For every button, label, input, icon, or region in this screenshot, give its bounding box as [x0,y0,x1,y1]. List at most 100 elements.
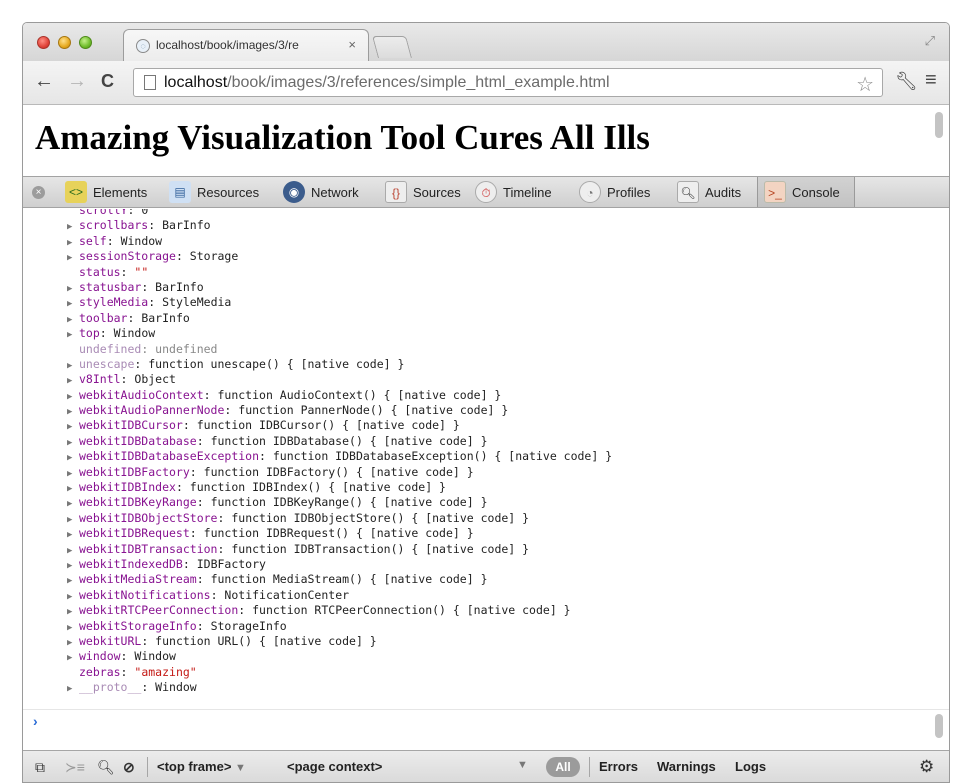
filter-logs-button[interactable]: Logs [735,759,766,774]
console-line[interactable]: ▶ toolbar: BarInfo [67,311,612,326]
property-key: webkitIDBObjectStore [79,510,218,525]
console-line[interactable]: ▶ v8Intl: Object [67,372,612,387]
back-arrow-icon[interactable]: ← [34,71,54,91]
property-key: webkitRTCPeerConnection [79,603,239,618]
gear-icon[interactable]: ⚙ [919,757,934,777]
console-prompt-icon[interactable]: › [33,713,38,729]
reload-icon[interactable]: C [101,71,114,91]
wrench-icon[interactable]: 🔧︎ [895,71,918,92]
console-line[interactable]: ▶ webkitIDBObjectStore: function IDBObjec… [67,511,612,526]
console-line[interactable]: ▶ webkitRTCPeerConnection: function RTCPe… [67,603,612,618]
property-key: webkitStorageInfo [79,618,197,633]
profiles-icon: ◔ [579,181,601,203]
console-line[interactable]: ▶ styleMedia: StyleMedia [67,295,612,310]
console-line[interactable]: ▶ window: Window [67,649,612,664]
devtools-close-icon[interactable]: × [32,186,45,199]
filter-warnings-button[interactable]: Warnings [657,759,716,774]
tab-close-icon[interactable]: × [348,37,356,52]
console-line[interactable]: ▶ scrollbars: BarInfo [67,218,612,233]
separator: : [217,510,232,525]
context-select-value: <page context> [287,759,383,774]
console-line[interactable]: ▶ top: Window [67,326,612,341]
console-line[interactable]: ▶ statusbar: BarInfo [67,280,612,295]
separator: : [141,680,156,695]
fullscreen-icon[interactable]: ⤢ [925,33,935,49]
console-line[interactable]: ▶ webkitIDBDatabaseException: function ID… [67,449,612,464]
separator: : [189,526,204,541]
console-line[interactable]: ▶ unescape: function unescape() { [native… [67,357,612,372]
console-line[interactable]: ▶ self: Window [67,234,612,249]
console-line[interactable]: ▶ webkitAudioPannerNode: function PannerN… [67,403,612,418]
drawer-icon[interactable]: ≻≡ [65,759,85,776]
new-tab-button[interactable] [372,36,412,58]
console-line[interactable]: ▶ webkitStorageInfo: StorageInfo [67,619,612,634]
page-scrollbar[interactable] [935,112,943,138]
separator: : [120,264,135,279]
property-value: BarInfo [155,279,204,294]
tab-label: Elements [93,184,148,200]
menu-icon[interactable]: ≡ [925,69,937,92]
page-icon [144,75,156,90]
console-line[interactable]: ▶ webkitAudioContext: function AudioConte… [67,388,612,403]
close-window-button[interactable] [37,36,50,49]
star-icon[interactable]: ☆ [856,72,874,97]
separator: : [182,556,197,571]
timeline-icon: ⏱ [475,181,497,203]
separator: : [120,372,135,387]
browser-toolbar: ← → C localhost/book/images/3/references… [23,61,949,105]
separator: : [217,541,232,556]
console-line[interactable]: ▶ webkitIDBRequest: function IDBRequest()… [67,526,612,541]
devtools-toolbar: × <> Elements ▤ Resources ◉ Network {} S… [23,176,949,208]
tab-elements[interactable]: <> Elements [59,177,153,207]
console-line[interactable]: ▶ __proto__: Window [67,680,612,695]
property-key: __proto__ [79,680,142,695]
browser-tab[interactable]: ◌ localhost/book/images/3/re × [123,29,369,61]
filter-all-button[interactable]: All [546,757,580,777]
console-line[interactable]: ▶ webkitNotifications: NotificationCenter [67,588,612,603]
address-bar[interactable]: localhost/book/images/3/references/simpl… [133,68,883,97]
page-content: Amazing Visualization Tool Cures All Ill… [23,106,949,184]
separator: : [259,449,273,464]
tab-console[interactable]: >_ Console [757,177,855,207]
filter-errors-button[interactable]: Errors [599,759,638,774]
zoom-window-button[interactable] [79,36,92,49]
tab-network[interactable]: ◉ Network [277,177,365,207]
property-key: webkitIDBIndex [79,480,176,495]
forward-arrow-icon[interactable]: → [67,71,87,91]
property-key: webkitIDBFactory [79,464,190,479]
console-line[interactable]: ▶ webkitURL: function URL() { [native cod… [67,634,612,649]
separator: : [175,249,190,264]
console-line[interactable]: ▶ webkitIDBIndex: function IDBIndex() { [… [67,480,612,495]
tab-resources[interactable]: ▤ Resources [163,177,265,207]
divider [589,757,590,777]
tab-sources[interactable]: {} Sources [379,177,467,207]
console-line[interactable]: ▶ webkitIDBTransaction: function IDBTrans… [67,542,612,557]
context-select[interactable]: <page context> [287,759,382,774]
console-line[interactable]: ▶ webkitMediaStream: function MediaStream… [67,572,612,587]
console-line[interactable]: ▶ webkitIDBFactory: function IDBFactory()… [67,465,612,480]
tab-timeline[interactable]: ⏱ Timeline [469,177,558,207]
console-line[interactable]: ▶ webkitIDBDatabase: function IDBDatabase… [67,434,612,449]
console-line[interactable]: ▶ sessionStorage: Storage [67,249,612,264]
console-line[interactable]: ▶ webkitIndexedDB: IDBFactory [67,557,612,572]
screen: ◌ localhost/book/images/3/re × ⤢ ← → C l… [0,0,954,783]
tab-audits[interactable]: 🔍︎ Audits [671,177,747,207]
tab-profiles[interactable]: ◔ Profiles [573,177,656,207]
console-line[interactable]: ▶ webkitIDBKeyRange: function IDBKeyRange… [67,495,612,510]
dock-icon[interactable]: ⧉ [35,759,45,776]
frame-select[interactable]: <top frame> ▼ [157,759,246,774]
property-value: Window [113,326,156,341]
url-path: /book/images/3/references/simple_html_ex… [227,74,610,91]
console-scrollbar[interactable] [935,714,943,738]
console-icon: >_ [764,181,786,203]
chevron-down-icon[interactable]: ▼ [517,759,528,771]
property-value: NotificationCenter [224,587,350,602]
search-icon[interactable]: 🔍︎ [97,759,115,776]
clear-console-icon[interactable]: ⊘ [123,759,135,776]
url-text[interactable]: localhost/book/images/3/references/simpl… [164,74,610,92]
expand-triangle-icon[interactable]: ▶ [67,682,79,697]
property-value: function IDBFactory() { [native code] } [203,464,474,479]
property-key: styleMedia [79,295,149,310]
console-line[interactable]: ▶ webkitIDBCursor: function IDBCursor() {… [67,418,612,433]
minimize-window-button[interactable] [58,36,71,49]
